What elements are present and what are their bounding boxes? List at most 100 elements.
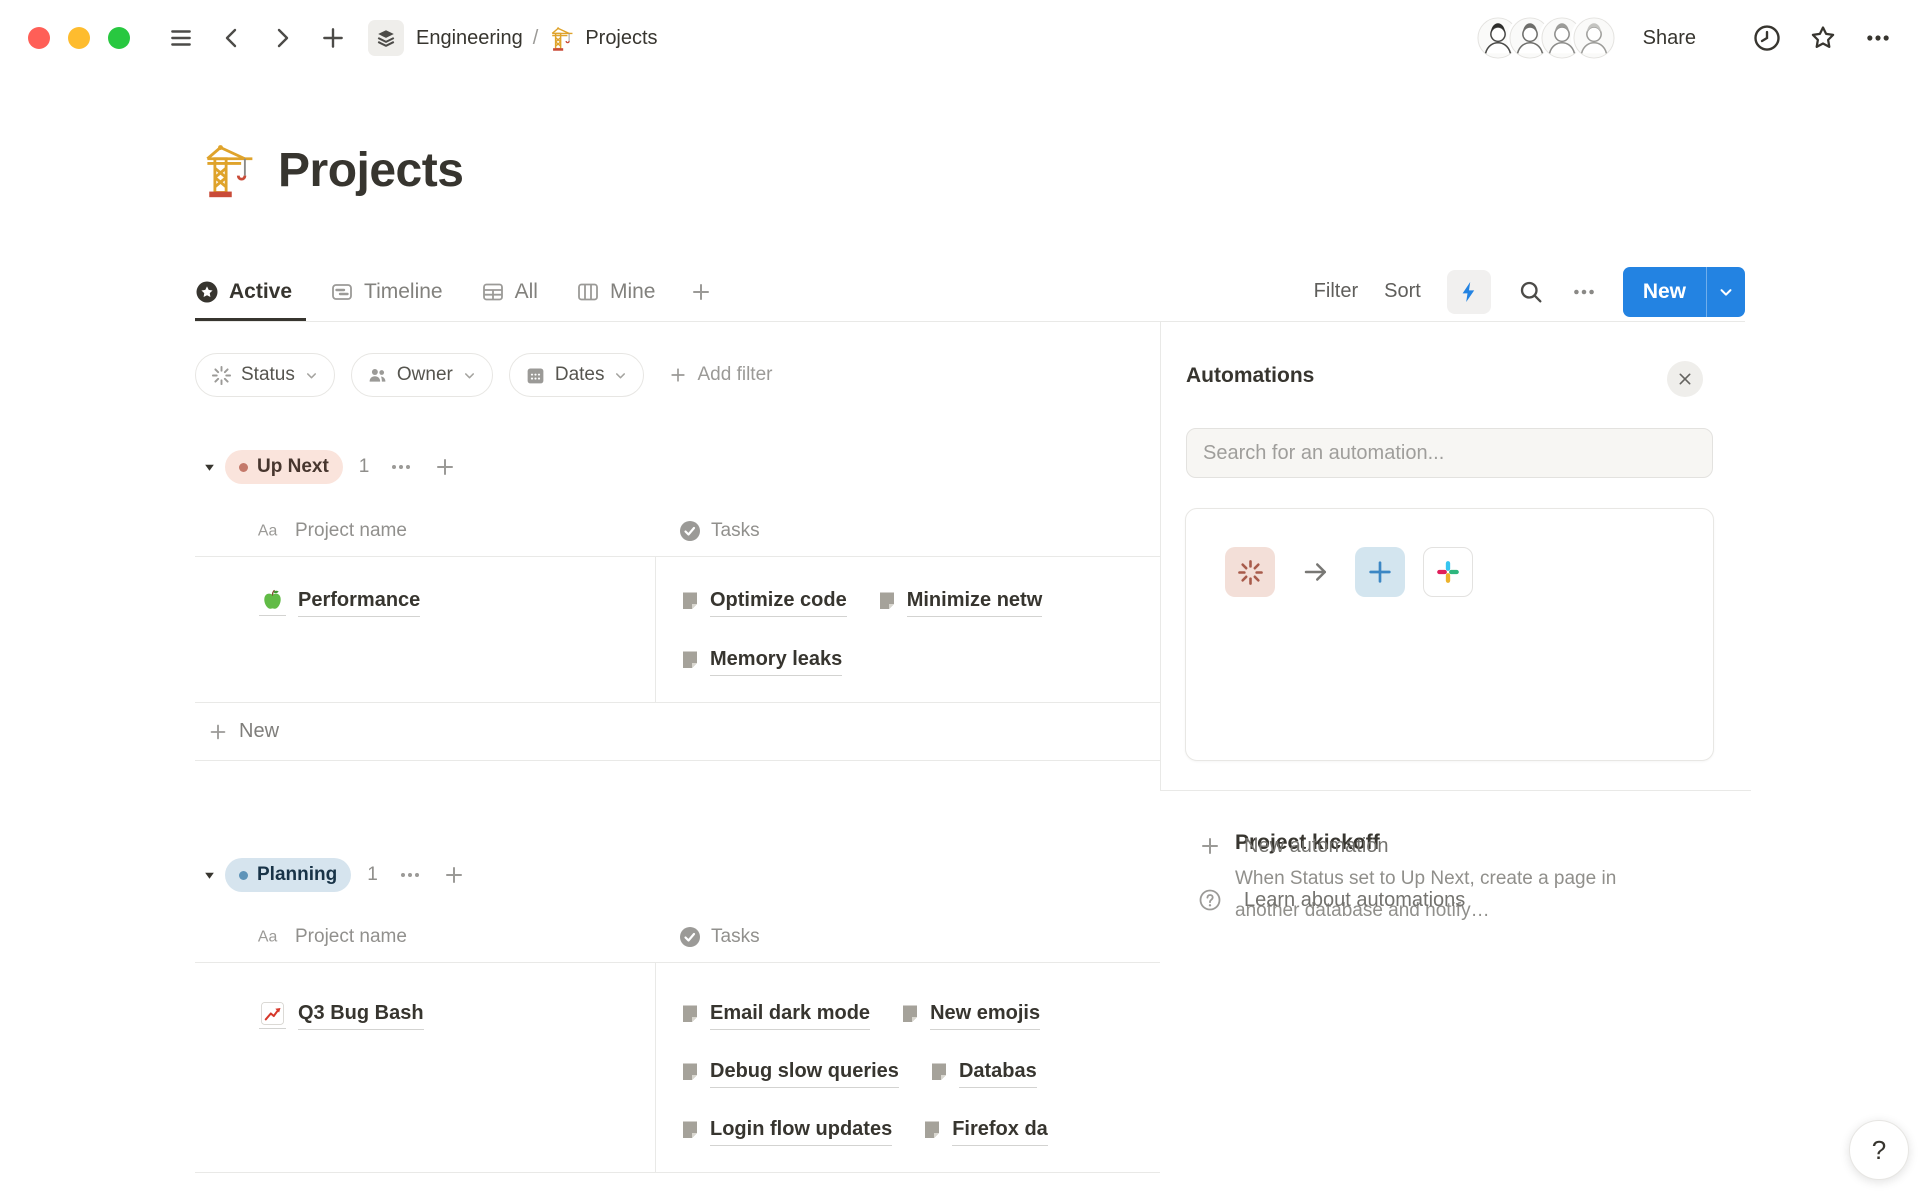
new-row-button[interactable]: New <box>195 703 1160 761</box>
tab-mine[interactable]: Mine <box>562 262 670 321</box>
project-name-cell: Q3 Bug Bash <box>195 963 655 1172</box>
create-page-action-icon <box>1355 547 1405 597</box>
group-more-icon[interactable] <box>398 863 422 887</box>
chevron-down-icon <box>304 368 319 383</box>
tasks-cell: Email dark mode New emojis Debug slow qu… <box>655 963 1160 1172</box>
task-link[interactable]: Login flow updates <box>680 1114 892 1146</box>
sort-button[interactable]: Sort <box>1384 280 1421 303</box>
new-button-chevron-icon[interactable] <box>1707 267 1745 317</box>
task-link[interactable]: Databas <box>929 1056 1037 1088</box>
group-badge[interactable]: Planning <box>225 858 351 892</box>
page-icon <box>877 591 897 611</box>
page-icon <box>680 1120 700 1140</box>
plus-icon <box>1198 834 1222 858</box>
traffic-light-minimize[interactable] <box>68 27 90 49</box>
automation-card[interactable]: Project kickoff When Status set to Up Ne… <box>1185 508 1714 761</box>
traffic-light-zoom[interactable] <box>108 27 130 49</box>
project-link[interactable]: Performance <box>259 585 655 617</box>
filter-pill-dates[interactable]: Dates <box>509 353 645 397</box>
status-dot <box>239 871 248 880</box>
breadcrumb-workspace[interactable]: Engineering <box>416 27 523 50</box>
collapse-triangle-icon[interactable] <box>195 461 225 474</box>
traffic-light-close[interactable] <box>28 27 50 49</box>
board-view-icon <box>576 280 600 304</box>
task-link[interactable]: Email dark mode <box>680 998 870 1030</box>
share-button[interactable]: Share <box>1643 27 1696 50</box>
new-button-label: New <box>1623 267 1706 317</box>
column-header-tasks[interactable]: Tasks <box>655 520 1160 542</box>
tab-active[interactable]: Active <box>195 262 306 321</box>
column-header-project-name[interactable]: Aa Project name <box>195 520 655 542</box>
svg-text:Aa: Aa <box>258 929 278 946</box>
close-icon[interactable] <box>1667 361 1703 397</box>
panel-divider-horizontal <box>1160 790 1751 791</box>
group-add-icon[interactable] <box>433 455 457 479</box>
status-dot <box>239 463 248 472</box>
more-options-icon[interactable] <box>1864 24 1892 52</box>
table-up-next: Aa Project name Tasks Performance Optimi <box>195 506 1160 761</box>
breadcrumb-page[interactable]: Projects <box>585 27 657 50</box>
add-view-icon[interactable] <box>679 262 723 321</box>
filter-pill-status[interactable]: Status <box>195 353 335 397</box>
favorite-star-icon[interactable] <box>1808 23 1838 53</box>
column-header-project-name[interactable]: Aa Project name <box>195 926 655 948</box>
sidebar-menu-icon[interactable] <box>162 19 200 57</box>
table-row: Q3 Bug Bash Email dark mode New emojis D… <box>195 963 1160 1173</box>
column-header-tasks[interactable]: Tasks <box>655 926 1160 948</box>
new-automation-button[interactable]: New automation <box>1198 834 1389 858</box>
project-link[interactable]: Q3 Bug Bash <box>259 998 655 1030</box>
plus-icon <box>668 365 688 385</box>
task-link[interactable]: Optimize code <box>680 585 847 617</box>
group-badge[interactable]: Up Next <box>225 450 343 484</box>
learn-about-automations-link[interactable]: Learn about automations <box>1198 888 1465 912</box>
starred-view-icon <box>195 280 219 304</box>
avatar[interactable] <box>1573 17 1615 59</box>
filter-pill-owner[interactable]: Owner <box>351 353 493 397</box>
task-line: Optimize code Minimize netw <box>680 585 1160 617</box>
page-icon <box>680 650 700 670</box>
status-burst-icon <box>211 365 232 386</box>
filter-button[interactable]: Filter <box>1314 280 1358 303</box>
task-line: Email dark mode New emojis <box>680 998 1160 1030</box>
task-link[interactable]: New emojis <box>900 998 1040 1030</box>
workspace-layers-icon[interactable] <box>368 20 404 56</box>
add-filter-button[interactable]: Add filter <box>668 364 772 386</box>
crane-icon[interactable] <box>198 140 258 200</box>
task-link[interactable]: Firefox da <box>922 1114 1048 1146</box>
new-page-icon[interactable] <box>314 19 352 57</box>
view-toolbar: Active Timeline All Mine Filter Sort <box>195 262 1745 322</box>
table-row: Performance Optimize code Minimize netw … <box>195 557 1160 703</box>
view-more-options-icon[interactable] <box>1571 279 1597 305</box>
task-link[interactable]: Minimize netw <box>877 585 1043 617</box>
view-tabs: Active Timeline All Mine <box>195 262 723 321</box>
view-toolbar-controls: Filter Sort New <box>1314 262 1745 321</box>
task-link[interactable]: Memory leaks <box>680 644 842 676</box>
back-icon[interactable] <box>214 20 250 56</box>
automations-bolt-icon[interactable] <box>1447 270 1491 314</box>
collapse-triangle-icon[interactable] <box>195 869 225 882</box>
page-icon <box>680 591 700 611</box>
page-icon <box>929 1062 949 1082</box>
status-trigger-icon <box>1225 547 1275 597</box>
automations-panel-title: Automations <box>1186 364 1314 388</box>
tasks-cell: Optimize code Minimize netw Memory leaks <box>655 557 1160 702</box>
help-button[interactable]: ? <box>1849 1120 1909 1180</box>
tab-timeline[interactable]: Timeline <box>316 262 457 321</box>
tab-all[interactable]: All <box>467 262 552 321</box>
check-circle-icon <box>679 926 701 948</box>
slack-icon <box>1423 547 1473 597</box>
updates-clock-icon[interactable] <box>1752 23 1782 53</box>
topbar-right: Share <box>1477 17 1892 59</box>
group-more-icon[interactable] <box>389 455 413 479</box>
new-button[interactable]: New <box>1623 267 1745 317</box>
forward-icon[interactable] <box>264 20 300 56</box>
chevron-down-icon <box>613 368 628 383</box>
automation-search-input[interactable] <box>1186 428 1713 478</box>
group-header-up-next: Up Next 1 <box>195 444 457 490</box>
task-link[interactable]: Debug slow queries <box>680 1056 899 1088</box>
group-add-icon[interactable] <box>442 863 466 887</box>
page-icon <box>900 1004 920 1024</box>
window-top-bar: Engineering / Projects Share <box>0 0 1920 76</box>
automations-panel: Automations Project kickoff When Status … <box>1160 322 1920 1200</box>
search-icon[interactable] <box>1517 278 1545 306</box>
